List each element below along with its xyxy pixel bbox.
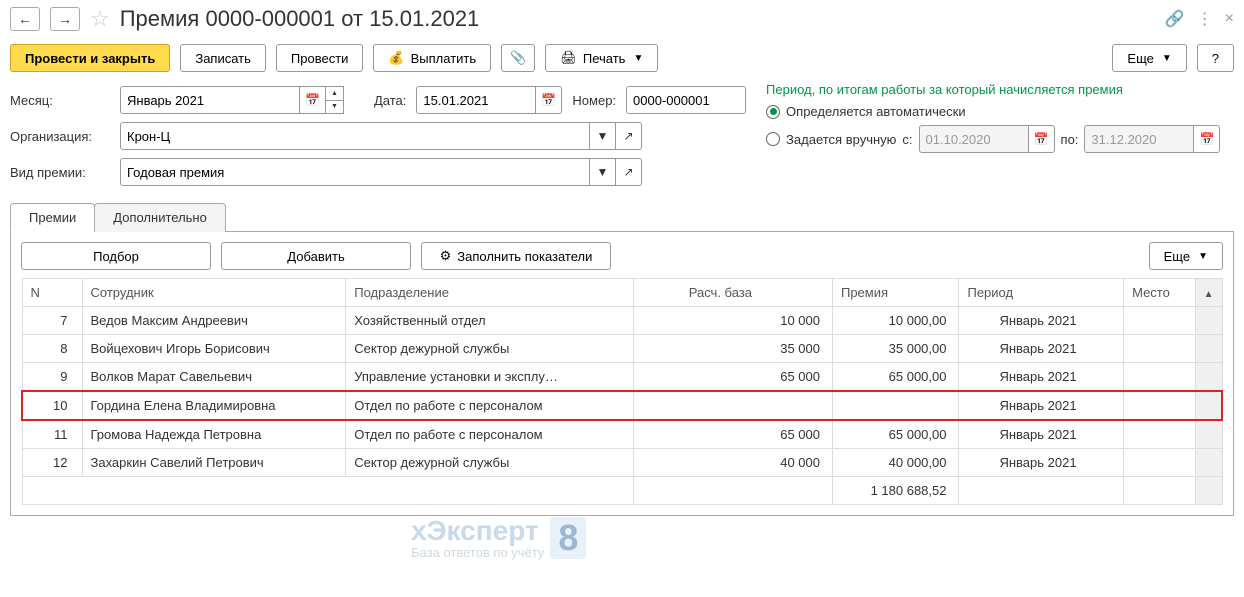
tab-premii[interactable]: Премии: [10, 203, 95, 232]
gear-icon: ⚙: [440, 248, 452, 264]
menu-icon[interactable]: ⋮: [1197, 9, 1213, 29]
number-label: Номер:: [572, 93, 616, 108]
attach-button[interactable]: 📎: [501, 44, 535, 72]
page-title: Премия 0000-000001 от 15.01.2021: [120, 6, 480, 32]
calendar-icon[interactable]: 📅: [300, 86, 326, 114]
help-button[interactable]: ?: [1197, 44, 1234, 72]
pay-button[interactable]: 💰Выплатить: [373, 44, 491, 72]
table-row[interactable]: 7 Ведов Максим Андреевич Хозяйственный о…: [22, 307, 1222, 335]
table-row[interactable]: 8 Войцехович Игорь Борисович Сектор дежу…: [22, 335, 1222, 363]
radio-manual[interactable]: [766, 132, 780, 146]
month-input[interactable]: [120, 86, 300, 114]
print-button[interactable]: 🖨Печать▼: [545, 44, 658, 72]
org-label: Организация:: [10, 129, 110, 144]
table-row[interactable]: 12 Захаркин Савелий Петрович Сектор дежу…: [22, 449, 1222, 477]
org-input[interactable]: [120, 122, 590, 150]
number-input[interactable]: [626, 86, 746, 114]
date-input[interactable]: [416, 86, 536, 114]
month-label: Месяц:: [10, 93, 110, 108]
dropdown-icon[interactable]: ▼: [590, 122, 616, 150]
col-period[interactable]: Период: [959, 279, 1124, 307]
tab-dop[interactable]: Дополнительно: [94, 203, 226, 232]
link-icon[interactable]: 🔗: [1165, 9, 1185, 29]
to-input: [1084, 125, 1194, 153]
calendar-icon: 📅: [1029, 125, 1055, 153]
calendar-icon: 📅: [1194, 125, 1220, 153]
paperclip-icon: 📎: [510, 50, 526, 66]
process-close-button[interactable]: Провести и закрыть: [10, 44, 170, 72]
col-base[interactable]: Расч. база: [634, 279, 833, 307]
col-prem[interactable]: Премия: [832, 279, 959, 307]
radio-auto[interactable]: [766, 105, 780, 119]
col-place[interactable]: Место: [1124, 279, 1196, 307]
col-n[interactable]: N: [22, 279, 82, 307]
col-emp[interactable]: Сотрудник: [82, 279, 346, 307]
total-cell: 1 180 688,52: [832, 477, 959, 505]
col-dep[interactable]: Подразделение: [346, 279, 634, 307]
dropdown-icon[interactable]: ▼: [590, 158, 616, 186]
process-button[interactable]: Провести: [276, 44, 364, 72]
table-row[interactable]: 9 Волков Марат Савельевич Управление уст…: [22, 363, 1222, 392]
type-label: Вид премии:: [10, 165, 110, 180]
type-input[interactable]: [120, 158, 590, 186]
table-row[interactable]: 11 Громова Надежда Петровна Отдел по раб…: [22, 420, 1222, 449]
watermark: хЭкспертБаза ответов по учёту 8: [411, 515, 586, 560]
period-title: Период, по итогам работы за который начи…: [766, 82, 1220, 101]
table-row[interactable]: 10 Гордина Елена Владимировна Отдел по р…: [22, 391, 1222, 420]
month-spinner[interactable]: ▲▼: [326, 86, 344, 114]
scroll-up[interactable]: ▲: [1195, 279, 1222, 307]
more-button[interactable]: Еще▼: [1112, 44, 1186, 72]
from-input: [919, 125, 1029, 153]
printer-icon: 🖨: [560, 50, 577, 66]
open-icon[interactable]: ↗: [616, 122, 642, 150]
favorite-icon[interactable]: ☆: [90, 6, 110, 32]
employee-table: N Сотрудник Подразделение Расч. база Пре…: [21, 278, 1223, 505]
fill-button[interactable]: ⚙Заполнить показатели: [421, 242, 611, 270]
select-button[interactable]: Подбор: [21, 242, 211, 270]
open-icon[interactable]: ↗: [616, 158, 642, 186]
calendar-icon[interactable]: 📅: [536, 86, 562, 114]
table-more-button[interactable]: Еще▼: [1149, 242, 1223, 270]
radio-auto-label: Определяется автоматически: [786, 104, 966, 119]
forward-button[interactable]: →: [50, 7, 80, 31]
add-button[interactable]: Добавить: [221, 242, 411, 270]
from-label: с:: [902, 132, 912, 147]
to-label: по:: [1061, 132, 1079, 147]
date-label: Дата:: [374, 93, 406, 108]
money-icon: 💰: [388, 50, 404, 66]
back-button[interactable]: ←: [10, 7, 40, 31]
record-button[interactable]: Записать: [180, 44, 266, 72]
radio-manual-label: Задается вручную: [786, 132, 896, 147]
close-icon[interactable]: ×: [1225, 10, 1234, 28]
